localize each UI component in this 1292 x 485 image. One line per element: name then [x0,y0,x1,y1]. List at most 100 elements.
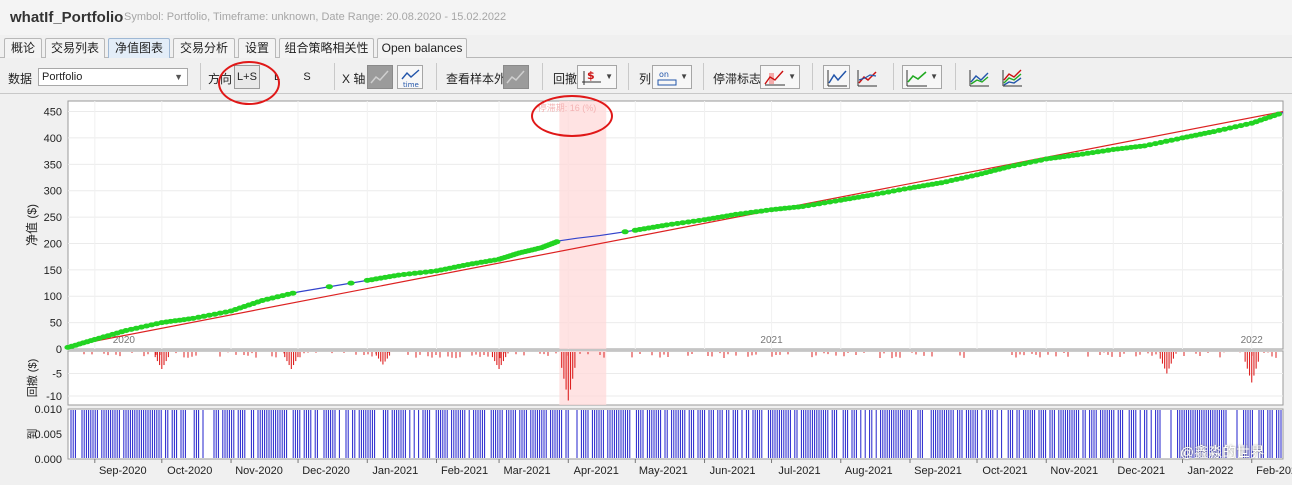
year-label: 2021 [760,335,783,346]
chevron-down-icon: ▼ [930,72,938,81]
month-label: Feb-2022 [1256,465,1292,477]
toolbar-divider [436,63,437,90]
oos-chart-icon[interactable] [503,65,529,89]
y-axis-label: 回撤 ($) [25,359,39,398]
chevron-down-icon: ▼ [788,72,796,81]
y-axis-label: 到 [26,429,39,440]
new-high-marker [289,290,297,296]
y-tick-label: 400 [44,133,62,145]
toolbar-divider [812,63,813,90]
toolbar-divider [893,63,894,90]
y-tick-label: 250 [44,212,62,224]
data-label: 数据 [8,72,33,86]
chevron-down-icon: ▼ [605,72,613,81]
tab-trade-list[interactable]: 交易列表 [45,38,105,58]
watermark: @鑫淼的世界 [1180,444,1265,460]
tab-correlation[interactable]: 组合策略相关性 [279,38,374,58]
svg-text:$: $ [587,69,595,82]
app-title: whatIf_Portfolio [10,9,124,26]
y-tick-label: 350 [44,159,62,171]
y-tick-label: 450 [44,107,62,119]
equity-chart: 0501001502002503003504004502020 2021 2022净… [24,100,1292,477]
y-tick-label: 300 [44,186,62,198]
month-label: Feb-2021 [441,465,488,477]
xaxis-label: X 轴 [342,72,366,86]
toolbar-divider [955,63,956,90]
month-label: Mar-2021 [504,465,551,477]
direction-short-button[interactable]: S [298,65,316,89]
month-label: Aug-2021 [845,465,893,477]
trade-panel: 0.0000.0050.010到 [26,404,1284,466]
stagnation-highlight [559,101,607,349]
month-axis: Sep-2020 Oct-2020 Nov-2020 Dec-2020 Jan-2021… [94,459,1292,477]
y-tick-label: 200 [44,238,62,250]
month-label: Sep-2020 [99,465,147,477]
y-tick-label: 0 [56,344,62,356]
toolbar-divider [628,63,629,90]
toolbar: 数据 Portfolio ▼ 方向 L+S L S X 轴 time 查看样本外… [0,59,1292,94]
month-label: Dec-2020 [302,465,350,477]
month-label: Jun-2021 [710,465,756,477]
y-tick-label: 100 [44,291,62,303]
toolbar-divider [703,63,704,90]
month-label: Nov-2020 [235,465,283,477]
month-label: Jan-2022 [1188,465,1234,477]
xaxis-trades-icon[interactable] [367,65,393,89]
chevron-down-icon: ▼ [174,72,183,82]
new-high-marker [1274,111,1283,117]
svg-text:on: on [659,70,669,79]
new-high-marker [553,239,561,245]
chevron-down-icon: ▼ [680,72,688,81]
year-label: 2022 [1241,335,1264,346]
toolbar-divider [334,63,335,90]
month-label: Jan-2021 [372,465,418,477]
y-tick-label: -5 [52,369,62,381]
annotation-circle-stagnation [531,95,613,137]
drawdown-dollar-icon[interactable]: $ ▼ [577,65,617,89]
y-axis-label: 净值 ($) [24,204,39,246]
tab-bar: 概论 交易列表 净值图表 交易分析 设置 组合策略相关性 Open balanc… [0,36,1292,58]
annotation-circle-direction [218,61,280,105]
columns-label: 列 [639,72,652,86]
xaxis-time-icon[interactable]: time [397,65,423,89]
equity-multi-icon[interactable] [998,65,1026,89]
toolbar-divider [200,63,201,90]
new-high-marker [347,280,355,286]
tab-settings[interactable]: 设置 [238,38,276,58]
new-high-marker [325,284,333,290]
chart-type-a-icon[interactable] [823,65,850,89]
tab-overview[interactable]: 概论 [4,38,42,58]
month-label: Apr-2021 [574,465,619,477]
y-tick-label: 150 [44,265,62,277]
new-high-marker [621,229,629,235]
drawdown-label: 回撤 [553,72,578,86]
y-tick-label: 0.010 [34,404,62,416]
month-label: May-2021 [639,465,688,477]
equity-panel: 0501001502002503003504004502020 2021 2022净… [24,100,1284,356]
drawdown-panel: -5 -10 回撤 ($) [25,350,1284,406]
y-tick-label: -10 [46,391,62,403]
data-select-value: Portfolio [42,71,83,83]
chart-type-b-icon[interactable] [853,65,880,89]
columns-on-icon[interactable]: on ▼ [652,65,692,89]
tab-trade-analysis[interactable]: 交易分析 [173,38,235,58]
month-label: Nov-2021 [1050,465,1098,477]
title-bar: whatIf_Portfolio Symbol: Portfolio, Time… [0,0,1292,35]
y-tick-label: 50 [50,318,62,330]
oos-label: 查看样本外 [446,72,507,86]
month-label: Oct-2021 [982,465,1027,477]
chart-style-icon[interactable]: ▼ [902,65,942,89]
data-select[interactable]: Portfolio ▼ [38,68,188,86]
tab-open-balances[interactable]: Open balances [377,38,467,58]
equity-lines-icon[interactable] [965,65,993,89]
toolbar-divider [542,63,543,90]
app-subtitle: Symbol: Portfolio, Timeframe: unknown, D… [124,11,507,23]
tab-equity-chart[interactable]: 净值图表 [108,38,170,58]
month-label: Jul-2021 [778,465,820,477]
y-tick-label: 0.000 [34,454,62,466]
drawdown-plot-area [67,350,1284,406]
month-label: Sep-2021 [914,465,962,477]
stagnation-label: 停滞标志 [713,72,762,86]
month-label: Dec-2021 [1117,465,1165,477]
stagnation-icon[interactable]: ▼ [760,65,800,89]
